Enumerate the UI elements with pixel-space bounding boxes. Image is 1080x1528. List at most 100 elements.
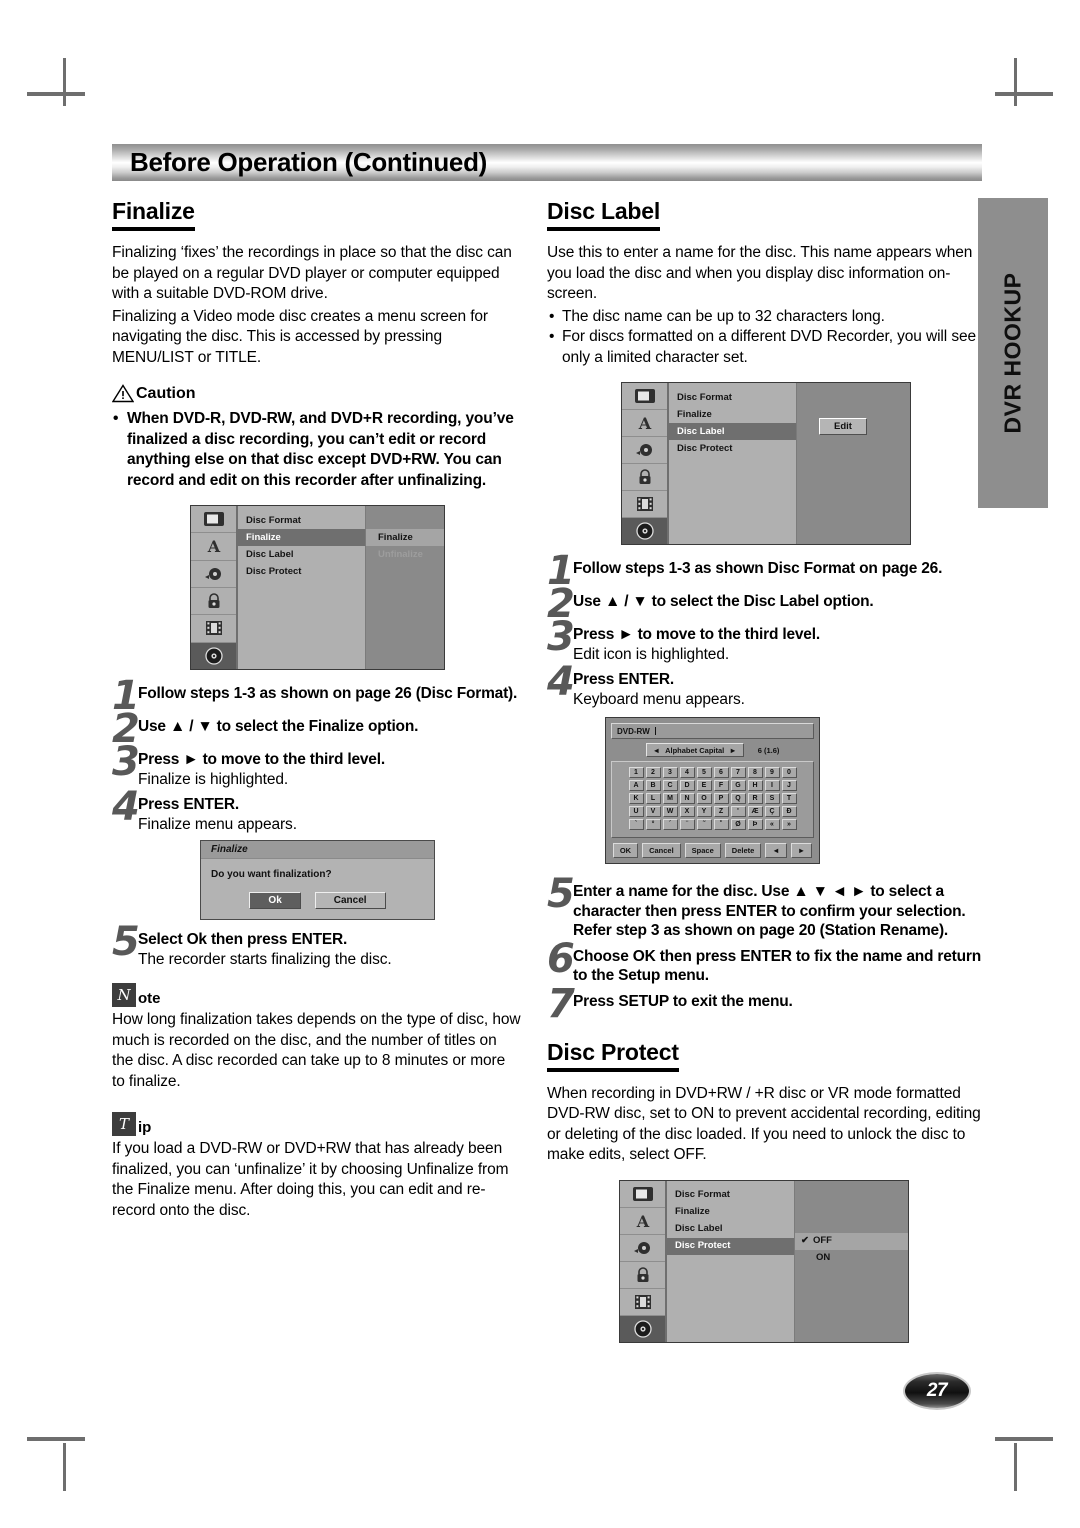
key[interactable]: ¨	[679, 819, 695, 830]
key[interactable]: 5	[696, 767, 712, 778]
audio-disc-icon[interactable]	[622, 437, 667, 464]
osd-menu-item[interactable]: Disc Protect	[238, 563, 365, 580]
key[interactable]: R	[747, 793, 763, 804]
key[interactable]: N	[679, 793, 695, 804]
key[interactable]: M	[662, 793, 678, 804]
letter-a-icon[interactable]: A	[622, 410, 667, 437]
key[interactable]: »	[781, 819, 797, 830]
tv-icon[interactable]	[620, 1181, 665, 1208]
key[interactable]: L	[645, 793, 661, 804]
key[interactable]: I	[764, 780, 780, 791]
key[interactable]: F	[713, 780, 729, 791]
lock-icon[interactable]	[191, 588, 236, 616]
audio-disc-icon[interactable]	[191, 561, 236, 588]
disc-icon[interactable]	[191, 642, 236, 669]
key[interactable]: '	[730, 806, 746, 817]
key[interactable]: 8	[747, 767, 763, 778]
key[interactable]: B	[645, 780, 661, 791]
osd-menu-item[interactable]: Disc Format	[238, 512, 365, 529]
letter-a-icon[interactable]: A	[191, 533, 236, 561]
key[interactable]: Ç	[764, 806, 780, 817]
key[interactable]: 4	[679, 767, 695, 778]
key[interactable]: Ø	[730, 819, 746, 830]
key[interactable]: «	[764, 819, 780, 830]
osd-menu-item[interactable]: Finalize	[667, 1204, 794, 1221]
keyboard-cancel-button[interactable]: Cancel	[642, 843, 681, 858]
key[interactable]: D	[679, 780, 695, 791]
keyboard-left-arrow-icon[interactable]: ◄	[765, 843, 787, 858]
side-tab-dvr-hookup: DVR HOOKUP	[978, 198, 1048, 508]
chevron-right-icon[interactable]: ►	[729, 746, 736, 755]
keyboard-mode-selector[interactable]: ◄ Alphabet Capital ►	[645, 743, 744, 757]
osd-menu-item[interactable]: Disc Protect	[667, 1237, 794, 1255]
key[interactable]: Ð	[781, 806, 797, 817]
key[interactable]: O	[696, 793, 712, 804]
key[interactable]: Z	[713, 806, 729, 817]
key[interactable]: 9	[764, 767, 780, 778]
keyboard-right-arrow-icon[interactable]: ►	[790, 843, 813, 858]
key[interactable]: A	[628, 780, 644, 791]
disc-icon[interactable]	[620, 1315, 665, 1342]
key[interactable]: ˚	[713, 819, 729, 830]
keyboard-delete-button[interactable]: Delete	[724, 843, 762, 858]
disc-label-bullets: The disc name can be up to 32 characters…	[547, 307, 982, 369]
tv-icon[interactable]	[622, 383, 667, 410]
key[interactable]: Æ	[747, 806, 763, 817]
osd-submenu-item[interactable]: Finalize	[366, 529, 444, 546]
dialog-ok-button[interactable]: Ok	[249, 892, 301, 909]
lock-icon[interactable]	[620, 1262, 665, 1289]
keyboard-space-button[interactable]: Space	[684, 843, 721, 858]
key[interactable]: H	[747, 780, 763, 791]
key[interactable]: J	[781, 780, 797, 791]
film-strip-icon[interactable]	[191, 615, 236, 643]
chevron-left-icon[interactable]: ◄	[653, 746, 660, 755]
key[interactable]: E	[696, 780, 712, 791]
key[interactable]: K	[628, 793, 644, 804]
lock-icon[interactable]	[622, 464, 667, 491]
key[interactable]: ˜	[696, 819, 712, 830]
key[interactable]: 2	[645, 767, 661, 778]
osd-edit-button[interactable]: Edit	[819, 418, 867, 435]
key[interactable]: U	[628, 806, 644, 817]
film-strip-icon[interactable]	[620, 1289, 665, 1316]
osd-submenu-item-off[interactable]: ✔ OFF	[795, 1232, 908, 1250]
key[interactable]: S	[764, 793, 780, 804]
osd-menu-item[interactable]: Finalize	[238, 529, 365, 546]
osd-submenu-item-on[interactable]: ON	[795, 1250, 908, 1267]
osd-menu-item[interactable]: Disc Format	[669, 389, 796, 406]
key[interactable]: 0	[781, 767, 797, 778]
dialog-cancel-button[interactable]: Cancel	[314, 892, 386, 909]
key[interactable]: 1	[628, 767, 644, 778]
key[interactable]: ´	[662, 819, 678, 830]
key[interactable]: Þ	[747, 819, 763, 830]
osd-menu-item[interactable]: Disc Label	[667, 1221, 794, 1238]
key[interactable]: T	[781, 793, 797, 804]
osd-menu-item[interactable]: Disc Protect	[669, 440, 796, 457]
key[interactable]: C	[662, 780, 678, 791]
key[interactable]: 3	[662, 767, 678, 778]
key[interactable]: °	[645, 819, 661, 830]
key[interactable]: P	[713, 793, 729, 804]
osd-menu-item[interactable]: Disc Format	[667, 1187, 794, 1204]
key[interactable]: X	[679, 806, 695, 817]
key[interactable]: 6	[713, 767, 729, 778]
key[interactable]: V	[645, 806, 661, 817]
key[interactable]: `	[628, 819, 644, 830]
osd-menu-item[interactable]: Disc Label	[238, 546, 365, 563]
key[interactable]: W	[662, 806, 678, 817]
film-strip-icon[interactable]	[622, 491, 667, 518]
keyboard-name-input[interactable]: DVD-RW	[611, 723, 814, 739]
disc-icon[interactable]	[622, 518, 667, 544]
osd-menu-item[interactable]: Disc Label	[669, 423, 796, 440]
key[interactable]: Y	[696, 806, 712, 817]
key[interactable]: Q	[730, 793, 746, 804]
key[interactable]: 7	[730, 767, 746, 778]
osd-submenu-item[interactable]: Unfinalize	[366, 546, 444, 563]
audio-disc-icon[interactable]	[620, 1235, 665, 1262]
letter-a-icon[interactable]: A	[620, 1208, 665, 1235]
keyboard-ok-button[interactable]: OK	[612, 843, 639, 858]
tv-icon[interactable]	[191, 506, 236, 534]
key[interactable]: G	[730, 780, 746, 791]
osd-submenu: Edit	[797, 383, 910, 544]
osd-menu-item[interactable]: Finalize	[669, 406, 796, 423]
